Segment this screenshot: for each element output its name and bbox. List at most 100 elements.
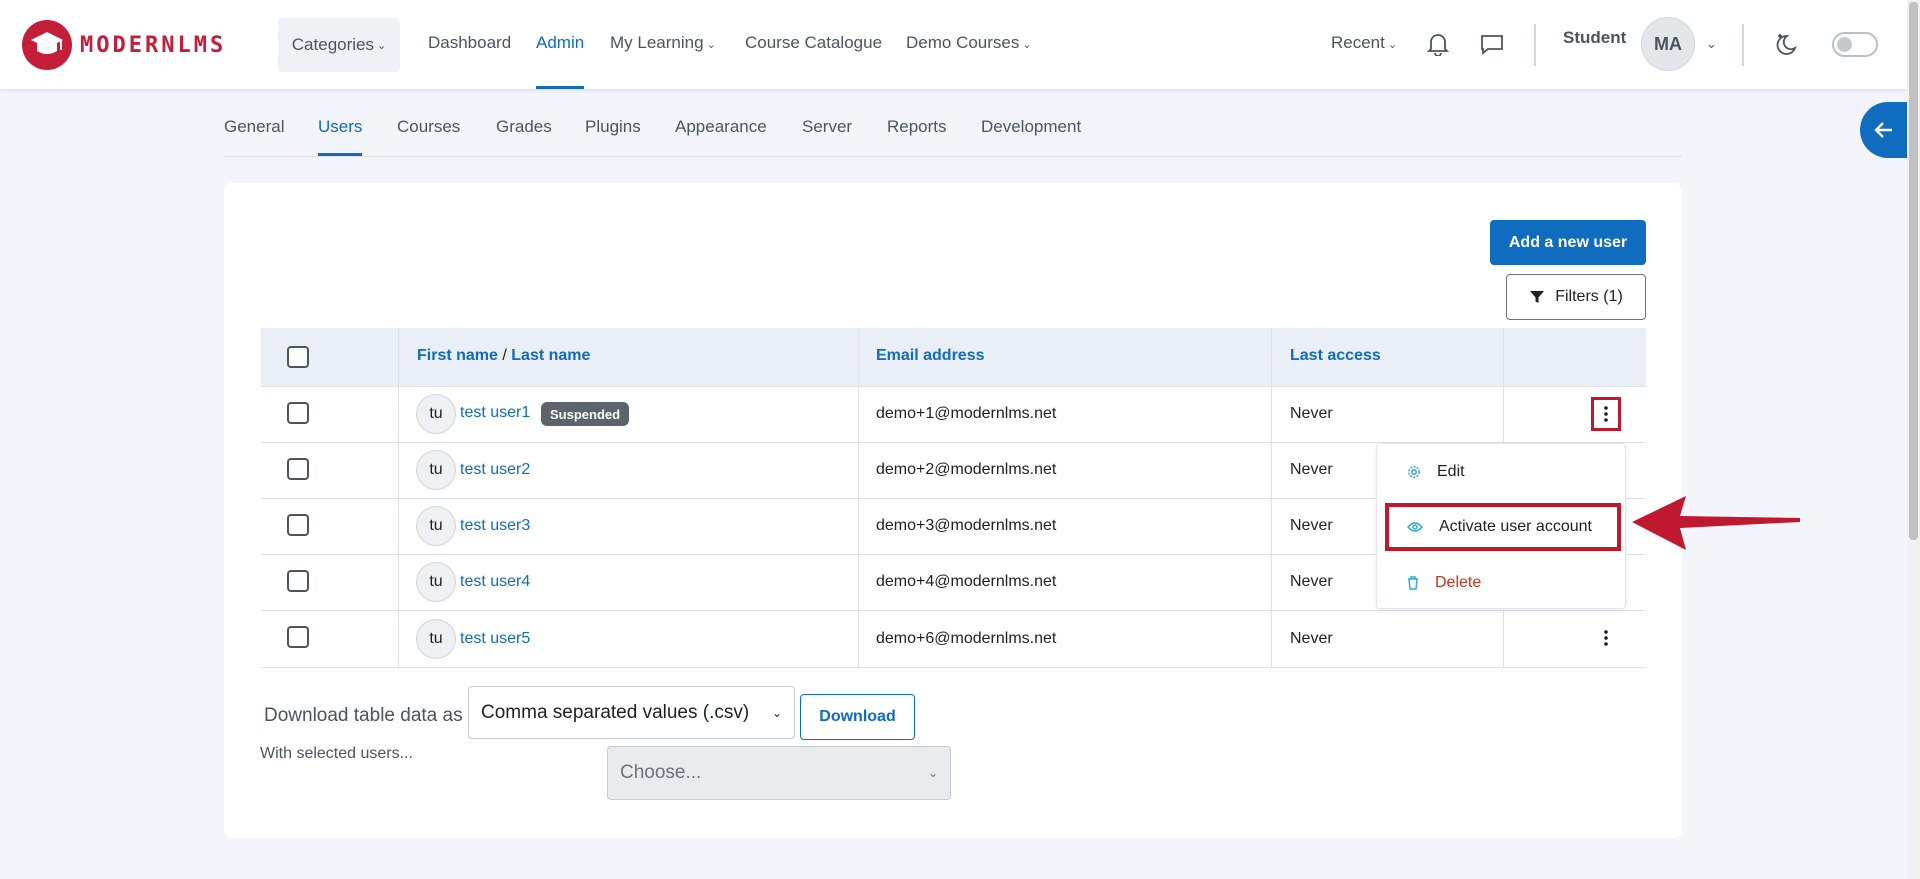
categories-label: Categories	[291, 35, 374, 54]
nav-divider	[1534, 24, 1536, 66]
user-avatar: tu	[416, 450, 456, 490]
user-avatar: tu	[416, 506, 456, 546]
nav-course-catalogue[interactable]: Course Catalogue	[745, 33, 882, 53]
chevron-down-icon: ⌄	[927, 766, 938, 780]
user-link[interactable]: test user5	[460, 630, 530, 648]
menu-item-label: Activate user account	[1439, 518, 1592, 535]
nav-admin[interactable]: Admin	[536, 33, 584, 53]
admin-tabs: General Users Courses Grades Plugins App…	[224, 115, 1682, 157]
menu-item-label: Edit	[1437, 463, 1465, 480]
tab-grades[interactable]: Grades	[496, 117, 552, 137]
last-access-cell: Never	[1290, 517, 1333, 534]
chevron-down-icon: ⌄	[1022, 39, 1032, 51]
filters-button[interactable]: Filters (1)	[1506, 274, 1646, 320]
chevron-down-icon: ⌄	[1387, 39, 1398, 51]
email-cell: demo+4@modernlms.net	[876, 573, 1057, 590]
header-last-access[interactable]: Last access	[1290, 347, 1381, 365]
top-navbar: MODERNLMS Categories ⌄ Dashboard Admin M…	[0, 0, 1907, 89]
sort-first-name[interactable]: First name	[417, 347, 498, 364]
user-link[interactable]: test user2	[460, 461, 530, 479]
theme-toggle[interactable]	[1832, 32, 1878, 57]
brand-name: MODERNLMS	[80, 32, 227, 58]
bell-icon[interactable]	[1424, 30, 1452, 58]
sort-last-name[interactable]: Last name	[511, 347, 590, 364]
nav-demo-courses-label: Demo Courses	[906, 33, 1020, 52]
gear-icon	[1408, 466, 1420, 478]
header-name: First name / Last name	[417, 347, 590, 365]
row-checkbox[interactable]	[287, 402, 309, 424]
user-role-label: Student	[1563, 28, 1627, 47]
menu-item-edit[interactable]: Edit	[1377, 450, 1625, 494]
filter-icon	[1530, 291, 1545, 303]
nav-divider	[1742, 24, 1744, 66]
header-separator: /	[497, 347, 512, 364]
header-email[interactable]: Email address	[876, 347, 985, 365]
user-avatar: tu	[416, 619, 456, 659]
add-user-button[interactable]: Add a new user	[1490, 220, 1646, 265]
chevron-down-icon[interactable]: ⌄	[1706, 36, 1717, 52]
column-divider	[858, 328, 859, 668]
tab-users[interactable]: Users	[318, 117, 362, 137]
tab-reports[interactable]: Reports	[887, 117, 947, 137]
user-link[interactable]: test user4	[460, 573, 530, 591]
nav-my-learning-label: My Learning	[610, 33, 704, 52]
menu-item-delete[interactable]: Delete	[1377, 561, 1625, 605]
email-cell: demo+3@modernlms.net	[876, 517, 1057, 534]
annotation-arrow	[1632, 496, 1800, 550]
kebab-icon	[1604, 630, 1608, 646]
last-access-cell: Never	[1290, 630, 1333, 647]
message-icon[interactable]	[1478, 30, 1506, 58]
row-actions-button[interactable]	[1591, 621, 1621, 655]
select-all-checkbox[interactable]	[287, 346, 309, 368]
drawer-toggle[interactable]	[1860, 102, 1908, 158]
column-divider	[398, 328, 399, 668]
scrollbar-thumb[interactable]	[1909, 2, 1918, 540]
tab-plugins[interactable]: Plugins	[585, 117, 641, 137]
nav-my-learning[interactable]: My Learning ⌄	[610, 33, 716, 53]
email-cell: demo+2@modernlms.net	[876, 461, 1057, 478]
row-checkbox[interactable]	[287, 514, 309, 536]
bulk-action-placeholder: Choose...	[620, 762, 702, 783]
nav-dashboard[interactable]: Dashboard	[428, 33, 511, 53]
last-access-cell: Never	[1290, 405, 1333, 422]
tab-server[interactable]: Server	[802, 117, 852, 137]
eye-icon	[1407, 522, 1423, 532]
row-checkbox[interactable]	[287, 626, 309, 648]
graduation-cap-icon	[22, 20, 72, 70]
download-button[interactable]: Download	[800, 694, 915, 740]
status-badge: Suspended	[541, 402, 630, 426]
recent-menu[interactable]: Recent ⌄	[1331, 33, 1397, 53]
tab-appearance[interactable]: Appearance	[675, 117, 767, 137]
download-format-value: Comma separated values (.csv)	[481, 701, 750, 723]
chevron-down-icon: ⌄	[706, 39, 716, 51]
user-link[interactable]: test user1	[460, 404, 530, 422]
tab-courses[interactable]: Courses	[397, 117, 460, 137]
with-selected-label: With selected users...	[260, 745, 413, 762]
row-checkbox[interactable]	[287, 570, 309, 592]
nav-demo-courses[interactable]: Demo Courses ⌄	[906, 33, 1032, 53]
email-cell: demo+6@modernlms.net	[876, 630, 1057, 647]
trash-icon	[1408, 576, 1418, 590]
email-cell: demo+1@modernlms.net	[876, 405, 1057, 422]
categories-menu[interactable]: Categories ⌄	[278, 18, 400, 72]
row-checkbox[interactable]	[287, 458, 309, 480]
tab-general[interactable]: General	[224, 117, 284, 137]
chevron-down-icon: ⌄	[771, 705, 782, 720]
bulk-action-select[interactable]: Choose... ⌄	[607, 746, 951, 800]
chevron-down-icon: ⌄	[377, 39, 387, 52]
user-link[interactable]: test user3	[460, 517, 530, 535]
arrow-left-icon	[1874, 122, 1892, 138]
row-actions-button[interactable]	[1591, 397, 1621, 431]
site-logo[interactable]: MODERNLMS	[22, 20, 226, 70]
menu-item-activate[interactable]: Activate user account	[1385, 503, 1621, 551]
download-format-select[interactable]: Comma separated values (.csv) ⌄	[468, 686, 795, 739]
filters-label: Filters (1)	[1555, 288, 1623, 305]
last-access-cell: Never	[1290, 573, 1333, 590]
recent-label: Recent	[1331, 33, 1385, 52]
kebab-icon	[1604, 406, 1608, 422]
dark-mode-icon[interactable]	[1774, 30, 1802, 58]
user-avatar[interactable]: MA	[1641, 17, 1695, 71]
tab-development[interactable]: Development	[981, 117, 1081, 137]
menu-item-label: Delete	[1435, 574, 1482, 591]
row-actions-menu: Edit Activate user account Delete	[1376, 443, 1626, 609]
